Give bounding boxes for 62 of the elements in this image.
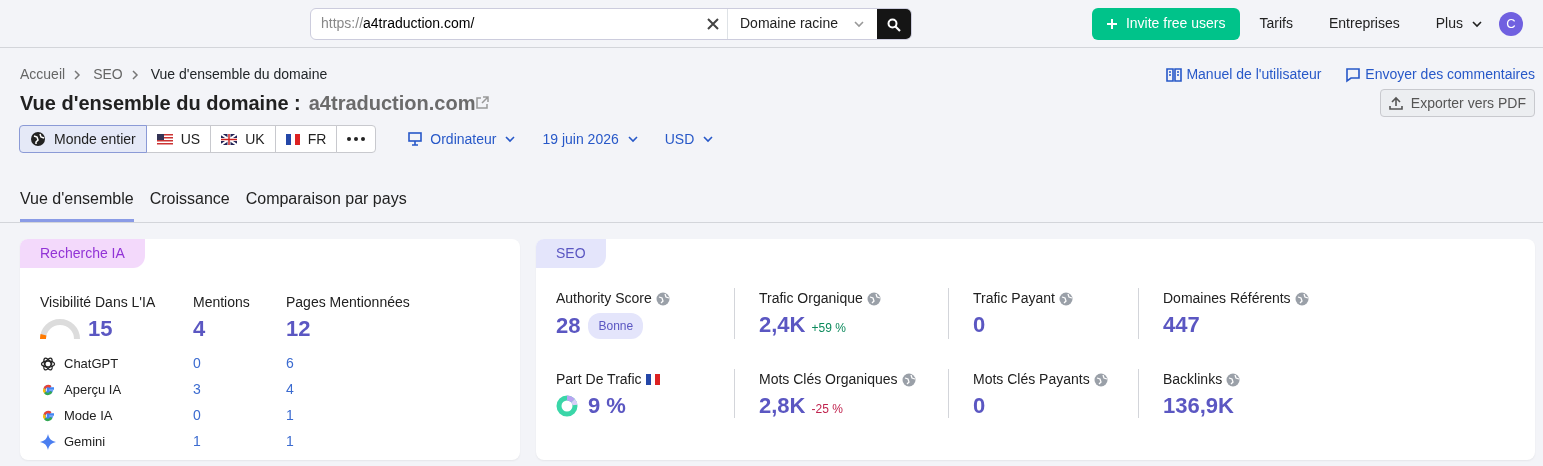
count-link[interactable]: 0 [193,405,201,427]
region-button[interactable]: Monde entier [19,125,147,153]
metric-value: 447 [1163,313,1200,338]
region-button[interactable]: UK [210,125,276,153]
nav-link[interactable]: Plus [1435,13,1483,34]
metric-label: Trafic Organique [759,289,863,308]
metric-value: 0 [973,394,986,419]
count-link[interactable]: 1 [286,431,294,453]
metric-value: 15 [88,317,113,342]
column-header: Mentions [193,293,250,312]
platform-name: Aperçu IA [64,380,122,399]
filter-dropdown[interactable]: 19 juin 2026 [542,128,639,150]
count-link[interactable]: 1 [286,405,294,427]
count-link[interactable]: 3 [193,379,201,401]
card-tag: SEO [536,239,606,268]
count-link[interactable]: 1 [193,431,201,453]
search-field[interactable]: https://a4traduction.com/ Domaine racine [310,7,912,40]
breadcrumb-link[interactable]: Accueil [20,64,66,85]
page-title: Vue d'ensemble du domaine : a4traduction.com [20,91,476,115]
tab[interactable]: Croissance [149,187,230,222]
metric-value: 12 [286,317,311,342]
metric-label: Authority Score [556,289,652,308]
count-link[interactable]: 0 [193,353,201,375]
avatar[interactable]: C [1499,11,1523,36]
metric-label: Trafic Payant [973,289,1055,308]
metric-value: 9 % [588,394,626,419]
metric-label: Domaines Référents [1163,289,1291,308]
column-header: Visibilité Dans L'IA [40,293,156,312]
column-header: Pages Mentionnées [286,293,410,312]
nav-link[interactable]: Entreprises [1328,13,1400,34]
count-link[interactable]: 6 [286,353,294,375]
tab[interactable]: Vue d'ensemble [20,187,134,222]
help-link[interactable]: Envoyer des commentaires [1345,64,1535,85]
region-button[interactable]: US [145,125,212,153]
breadcrumb-link[interactable]: Vue d'ensemble du domaine [150,64,328,85]
platform-name: ChatGPT [64,354,119,373]
card-tag: Recherche IA [20,239,145,268]
export-button[interactable]: Exporter vers PDF [1379,89,1535,117]
region-button[interactable]: FR [274,125,338,153]
platform-name: Mode IA [64,406,113,425]
metric-label: Mots Clés Payants [973,370,1090,389]
help-link[interactable]: Manuel de l'utilisateur [1166,64,1322,85]
metric-value: 0 [973,313,986,338]
breadcrumb-link[interactable]: SEO [93,64,123,85]
filter-dropdown[interactable]: USD [664,128,715,150]
url-prefix: https:// [320,14,364,33]
platform-name: Gemini [64,432,106,451]
tab[interactable]: Comparaison par pays [245,187,407,222]
change-percent: +59 % [811,320,846,338]
change-percent: -25 % [811,401,843,419]
metric-value: 28 [556,313,581,339]
filter-dropdown[interactable]: Ordinateur [408,128,517,150]
metric-label: Part De Trafic [556,370,642,389]
nav-link[interactable]: Tarifs [1259,13,1293,34]
metric-label: Mots Clés Organiques [759,370,898,389]
metric-value: 2,4K [759,313,806,338]
metric-value: 2,8K [759,394,806,419]
metric-value: 4 [193,317,206,342]
metric-value: 136,9K [1163,394,1234,419]
count-link[interactable]: 4 [286,379,294,401]
rating-badge: Bonne [588,313,644,339]
metric-label: Backlinks [1163,370,1223,389]
